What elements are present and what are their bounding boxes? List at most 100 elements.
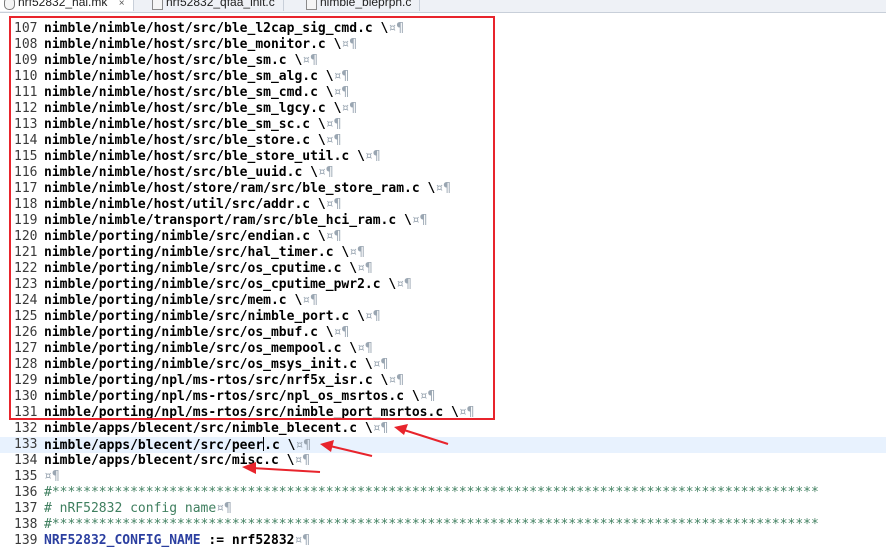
line-number: 109 (14, 53, 38, 68)
line-text: nimble/porting/nimble/src/nimble_port.c … (44, 309, 381, 324)
code-line[interactable]: 138 #************************************… (0, 517, 886, 533)
line-text: nimble/porting/npl/ms-rtos/src/npl_os_ms… (44, 389, 436, 404)
line-number: 126 (14, 325, 38, 340)
code-line[interactable]: 136 #************************************… (0, 485, 886, 501)
code-line[interactable]: 132 nimble/apps/blecent/src/nimble_blecen… (0, 421, 886, 437)
line-text: nimble/porting/nimble/src/os_mbuf.c \¤¶ (44, 325, 350, 340)
line-number: 136 (14, 485, 38, 500)
code-line[interactable]: 107 nimble/nimble/host/src/ble_l2cap_sig_… (0, 21, 886, 37)
code-line[interactable]: 121 nimble/porting/nimble/src/hal_timer.c… (0, 245, 886, 261)
line-number: 121 (14, 245, 38, 260)
whitespace-marker: ¤¶ (294, 453, 311, 468)
line-number: 134 (14, 453, 38, 468)
whitespace-marker: ¤¶ (458, 405, 475, 420)
line-number: 120 (14, 229, 38, 244)
line-number: 132 (14, 421, 38, 436)
code-line[interactable]: 119 nimble/nimble/transport/ram/src/ble_h… (0, 213, 886, 229)
line-text: nimble/nimble/host/src/ble_store.c \¤¶ (44, 133, 342, 148)
code-line[interactable]: 139 NRF52832_CONFIG_NAME := nrf52832¤¶ (0, 533, 886, 549)
code-line[interactable]: 130 nimble/porting/npl/ms-rtos/src/npl_os… (0, 389, 886, 405)
tab-label: nimble_bleprph.c (320, 0, 412, 9)
whitespace-marker: ¤¶ (302, 53, 318, 68)
tab-nrf52832-hal-mk[interactable]: nrf52832_hal.mk × (0, 0, 134, 11)
code-line-current[interactable]: 133 nimble/apps/blecent/src/peer.c \¤¶ (0, 437, 886, 453)
line-number: 119 (14, 213, 38, 228)
whitespace-marker: ¤¶ (388, 21, 405, 36)
whitespace-marker: ¤¶ (216, 501, 232, 516)
line-text: nimble/nimble/host/src/ble_uuid.c \¤¶ (44, 165, 334, 180)
code-line[interactable]: 124 nimble/porting/nimble/src/mem.c \¤¶ (0, 293, 886, 309)
line-number: 129 (14, 373, 38, 388)
whitespace-marker: ¤¶ (388, 373, 405, 388)
line-text: nimble/nimble/host/src/ble_sm.c \¤¶ (44, 53, 318, 68)
code-line[interactable]: 118 nimble/nimble/host/util/src/addr.c \¤… (0, 197, 886, 213)
line-number: 125 (14, 309, 38, 324)
code-line[interactable]: 114 nimble/nimble/host/src/ble_store.c \¤… (0, 133, 886, 149)
whitespace-marker: ¤¶ (357, 261, 373, 276)
line-text: nimble/apps/blecent/src/peer.c \¤¶ (44, 437, 312, 453)
whitespace-marker: ¤¶ (411, 213, 428, 228)
line-number: 118 (14, 197, 38, 212)
line-number: 127 (14, 341, 38, 356)
code-line[interactable]: 110 nimble/nimble/host/src/ble_sm_alg.c \… (0, 69, 886, 85)
line-text: nimble/nimble/host/src/ble_sm_lgcy.c \¤¶ (44, 101, 358, 116)
code-line[interactable]: 111 nimble/nimble/host/src/ble_sm_cmd.c \… (0, 85, 886, 101)
code-line[interactable]: 108 nimble/nimble/host/src/ble_monitor.c … (0, 37, 886, 53)
code-line[interactable]: 128 nimble/porting/nimble/src/os_msys_ini… (0, 357, 886, 373)
code-line[interactable]: 131 nimble/porting/npl/ms-rtos/src/nimble… (0, 405, 886, 421)
close-icon[interactable]: × (119, 0, 125, 9)
code-line[interactable]: 126 nimble/porting/nimble/src/os_mbuf.c \… (0, 325, 886, 341)
code-line[interactable]: 127 nimble/porting/nimble/src/os_mempool.… (0, 341, 886, 357)
line-number: 107 (14, 21, 38, 36)
whitespace-marker: ¤¶ (372, 421, 389, 436)
code-line[interactable]: 122 nimble/porting/nimble/src/os_cputime.… (0, 261, 886, 277)
line-number: 115 (14, 149, 38, 164)
whitespace-marker: ¤¶ (317, 165, 334, 180)
whitespace-marker: ¤¶ (325, 117, 342, 132)
code-line[interactable]: 120 nimble/porting/nimble/src/endian.c \¤… (0, 229, 886, 245)
code-editor[interactable]: 107 nimble/nimble/host/src/ble_l2cap_sig_… (0, 13, 886, 549)
line-text: nimble/porting/nimble/src/endian.c \¤¶ (44, 229, 342, 244)
line-text: nimble/nimble/host/store/ram/src/ble_sto… (44, 181, 451, 196)
code-line[interactable]: 115 nimble/nimble/host/src/ble_store_util… (0, 149, 886, 165)
whitespace-marker: ¤¶ (325, 133, 342, 148)
line-text: nimble/nimble/host/src/ble_sm_sc.c \¤¶ (44, 117, 342, 132)
code-line[interactable]: 116 nimble/nimble/host/src/ble_uuid.c \¤¶ (0, 165, 886, 181)
whitespace-marker: ¤¶ (325, 197, 342, 212)
line-number: 112 (14, 101, 38, 116)
editor-tab-bar: nrf52832_hal.mk × nrf52832_qfaa_init.c n… (0, 0, 886, 13)
code-line[interactable]: 113 nimble/nimble/host/src/ble_sm_sc.c \¤… (0, 117, 886, 133)
whitespace-marker: ¤¶ (372, 357, 389, 372)
code-line[interactable]: 117 nimble/nimble/host/store/ram/src/ble_… (0, 181, 886, 197)
tab-label: nrf52832_qfaa_init.c (166, 0, 275, 9)
line-text: NRF52832_CONFIG_NAME := nrf52832¤¶ (44, 533, 311, 548)
code-line[interactable]: 112 nimble/nimble/host/src/ble_sm_lgcy.c … (0, 101, 886, 117)
line-number: 114 (14, 133, 38, 148)
whitespace-marker: ¤¶ (341, 37, 358, 52)
whitespace-marker: ¤¶ (325, 229, 342, 244)
line-number: 122 (14, 261, 38, 276)
code-line[interactable]: 129 nimble/porting/npl/ms-rtos/src/nrf5x_… (0, 373, 886, 389)
line-number: 138 (14, 517, 38, 532)
whitespace-marker: ¤¶ (349, 245, 365, 260)
line-number: 116 (14, 165, 38, 180)
line-text: nimble/nimble/host/src/ble_monitor.c \¤¶ (44, 37, 358, 52)
whitespace-marker: ¤¶ (341, 101, 358, 116)
code-line[interactable]: 109 nimble/nimble/host/src/ble_sm.c \¤¶ (0, 53, 886, 69)
code-line[interactable]: 134 nimble/apps/blecent/src/misc.c \¤¶ (0, 453, 886, 469)
code-line[interactable]: 125 nimble/porting/nimble/src/nimble_port… (0, 309, 886, 325)
code-line[interactable]: 137 # nRF52832 config name¤¶ (0, 501, 886, 517)
line-number: 135 (14, 469, 38, 484)
whitespace-marker: ¤¶ (364, 149, 381, 164)
line-text: nimble/porting/nimble/src/mem.c \¤¶ (44, 293, 318, 308)
line-text: nimble/porting/nimble/src/os_msys_init.c… (44, 357, 389, 372)
tab-nimble-bleprph-c[interactable]: nimble_bleprph.c (302, 0, 421, 11)
line-number: 131 (14, 405, 38, 420)
c-file-icon (152, 0, 163, 10)
line-text: nimble/nimble/host/src/ble_sm_alg.c \¤¶ (44, 69, 350, 84)
code-line[interactable]: 123 nimble/porting/nimble/src/os_cputime_… (0, 277, 886, 293)
code-line[interactable]: 135 ¤¶ (0, 469, 886, 485)
tab-nrf52832-qfaa-init-c[interactable]: nrf52832_qfaa_init.c (148, 0, 284, 11)
line-text: #***************************************… (44, 485, 819, 500)
line-text: nimble/porting/nimble/src/os_mempool.c \… (44, 341, 373, 356)
